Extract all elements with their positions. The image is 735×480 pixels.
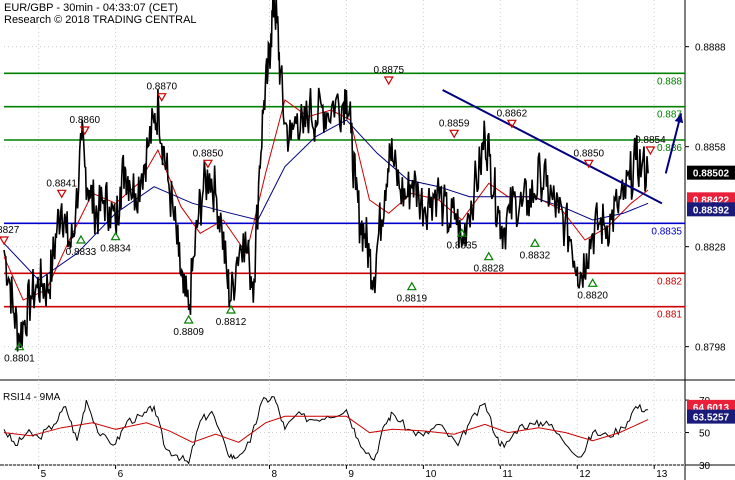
pivot-high-label: 0.8870 [146,82,177,93]
x-tick-label: 5 [41,469,47,480]
pivot-low-label: 0.8820 [577,290,608,301]
pivot-high-marker [383,76,394,86]
pivot-high-label: 0.8859 [439,118,470,129]
pivot-low-label: 0.8834 [100,244,131,255]
pivot-low-label: 0.8819 [397,294,428,305]
pivot-low-marker [529,238,540,247]
y-tick-label: 0.8858 [695,143,726,154]
x-tick-label: 8 [271,469,277,480]
x-tick-label: 10 [425,469,437,480]
x-tick-label: 9 [348,469,354,480]
pivot-low-marker [183,314,194,324]
pivot-low-label: 0.8812 [216,317,247,328]
pivot-high-label: 0.8862 [497,108,528,119]
pivot-low-marker [406,281,417,291]
x-tick-label: 11 [502,469,513,480]
pivot-high-label: 0.8850 [574,148,605,159]
pivot-low-label: 0.8833 [66,247,97,258]
rsi-y-tick-label: 30 [699,461,711,472]
pivot-high-label: 0.8860 [69,115,100,126]
pivot-low-marker [483,251,494,261]
pivot-low-marker [587,278,598,287]
level-label-support: 0.881 [657,310,682,321]
rsi-series-rsi_ma [3,415,649,443]
rsi-y-tick-label: 50 [699,429,711,440]
rsi-value-badge: 63.5257 [693,413,730,424]
rsi-title: RSI14 - 9MA [3,392,61,403]
level-label-support: 0.882 [657,276,682,287]
pivot-high-label: 0.8854 [635,135,666,146]
series-price [3,0,649,352]
pivot-high-label: 0.8827 [0,225,20,236]
y-tick-label: 0.8888 [695,43,726,54]
x-tick-label: 12 [579,469,591,480]
ma-slow-badge: 0.88392 [693,205,730,216]
pivot-high-marker [645,146,656,156]
x-tick-label: 13 [656,469,668,480]
pivot-low-label: 0.8828 [473,264,504,275]
level-label-resistance: 0.888 [657,76,682,87]
pivot-low-marker [75,234,86,244]
x-tick-label: 6 [118,469,124,480]
pivot-low-label: 0.8832 [520,250,551,261]
pivot-low-label: 0.8801 [4,354,35,365]
pivot-high-label: 0.8841 [46,178,77,189]
pivot-low-label: 0.8809 [173,327,204,338]
y-tick-label: 0.8798 [695,343,726,354]
pivot-high-label: 0.8850 [193,148,224,159]
pivot-high-marker [56,189,67,199]
level-label-pivot: 0.8835 [651,226,682,237]
current-price-badge: 0.88502 [693,169,730,180]
price-chart[interactable]: 5 6 8 9 10 11 12 13 0.8888 0.8858 0.8828 0.8798 0.88… [0,0,735,480]
pivot-high-marker [0,236,10,246]
pivot-high-label: 0.8875 [373,65,404,76]
pivot-high-marker [449,129,460,139]
y-tick-label: 0.8828 [695,243,726,254]
pivot-low-label: 0.8835 [447,240,478,251]
